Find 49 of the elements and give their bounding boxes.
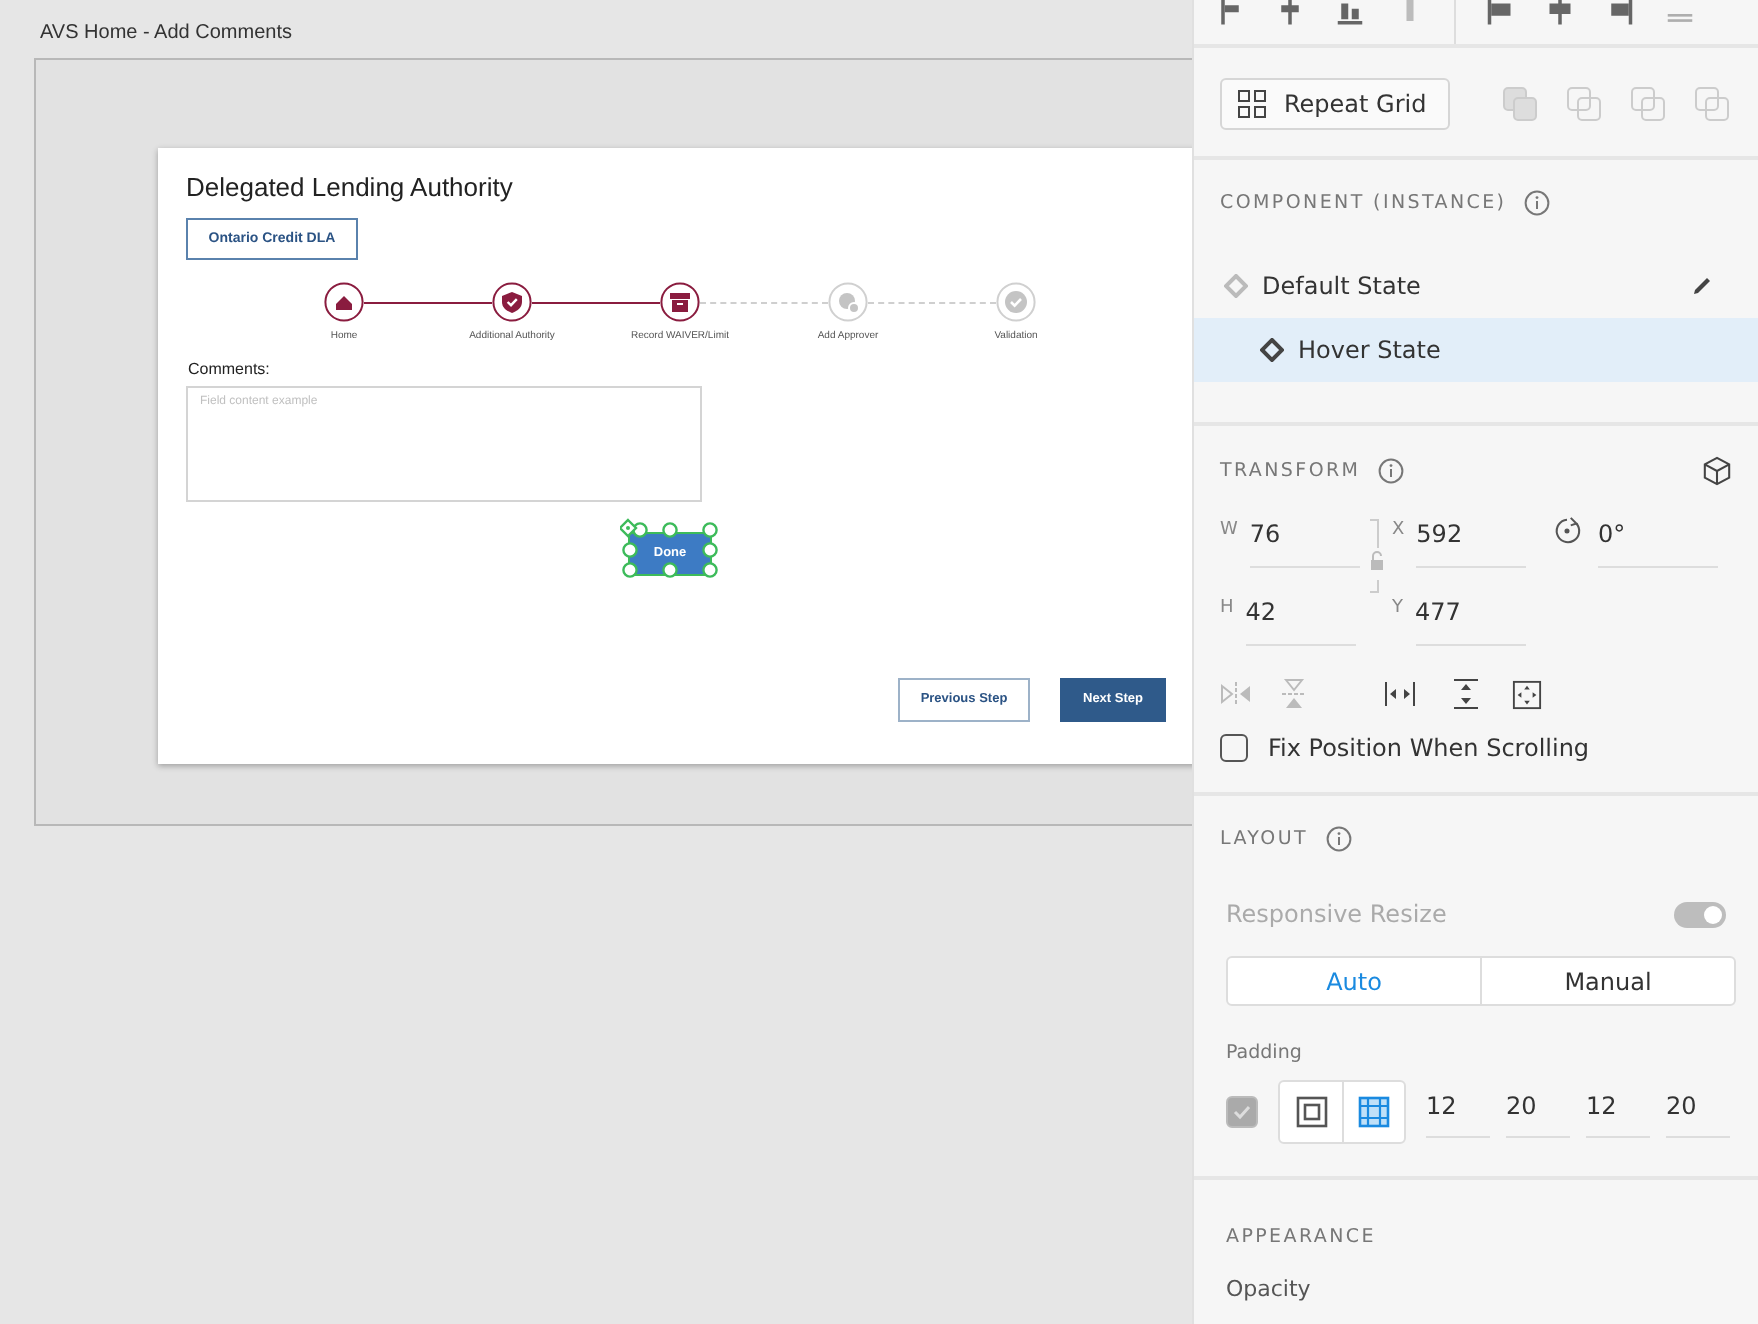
grid-padding-icon xyxy=(1358,1096,1390,1128)
layout-mode-tab[interactable]: Manual xyxy=(1480,958,1734,1004)
info-icon[interactable] xyxy=(1378,458,1405,484)
fix-position-checkbox[interactable] xyxy=(1220,734,1248,762)
padding-label: Padding xyxy=(1224,1040,1304,1064)
rotate-icon[interactable] xyxy=(1552,516,1582,546)
dimension-field[interactable]: 42 xyxy=(1245,594,1356,646)
section-heading: APPEARANCE xyxy=(1226,1226,1376,1248)
field-label: Y xyxy=(1392,598,1403,618)
diamond-icon xyxy=(1260,338,1284,362)
padding-field[interactable]: 12 xyxy=(1586,1087,1650,1137)
distribute-vertical-icon[interactable] xyxy=(1452,678,1480,710)
diamond-icon xyxy=(1224,274,1248,298)
section-heading: TRANSFORM xyxy=(1220,460,1361,482)
cube-icon[interactable] xyxy=(1702,456,1732,486)
section-heading: LAYOUT xyxy=(1220,828,1308,850)
fix-position-label: Fix Position When Scrolling xyxy=(1268,734,1590,762)
layout-mode-tab[interactable]: Auto xyxy=(1228,958,1480,1004)
section-heading: COMPONENT (INSTANCE) xyxy=(1220,192,1507,214)
padding-field[interactable]: 20 xyxy=(1666,1087,1730,1137)
field-label: X xyxy=(1392,520,1405,540)
fit-frame-icon[interactable] xyxy=(1512,679,1542,709)
padding-field[interactable]: 20 xyxy=(1506,1087,1570,1137)
dimension-field[interactable]: 477 xyxy=(1415,594,1525,646)
dimension-field[interactable]: 592 xyxy=(1416,516,1527,568)
field-label: H xyxy=(1220,598,1234,618)
comments-label: Comments: xyxy=(188,360,270,378)
padding-field[interactable]: 12 xyxy=(1426,1087,1490,1137)
opacity-label: Opacity xyxy=(1226,1276,1311,1302)
distribute-horizontal-icon[interactable] xyxy=(1384,680,1416,708)
component-state-item[interactable]: Hover State xyxy=(1194,318,1758,382)
selection-handles-drawing[interactable] xyxy=(620,518,720,582)
align-icon[interactable] xyxy=(1484,0,1516,28)
responsive-resize-label: Responsive Resize xyxy=(1226,900,1447,928)
align-icon[interactable] xyxy=(1334,0,1366,28)
component-state-item[interactable]: Default State xyxy=(1194,254,1758,318)
field-label: W xyxy=(1220,520,1238,540)
grid-icon xyxy=(1238,90,1266,118)
dimension-field[interactable]: 76 xyxy=(1249,516,1360,568)
form-title: Delegated Lending Authority xyxy=(186,172,513,202)
square-padding-icon xyxy=(1295,1096,1327,1128)
rotation-field[interactable]: 0° xyxy=(1598,516,1718,568)
info-icon[interactable] xyxy=(1524,190,1551,216)
pencil-icon[interactable] xyxy=(1690,274,1714,298)
checkmark-icon xyxy=(1232,1102,1252,1122)
repeat-grid-button[interactable]: Repeat Grid xyxy=(1220,78,1451,130)
artboard-title: AVS Home - Add Comments xyxy=(40,22,292,44)
info-icon[interactable] xyxy=(1326,826,1352,852)
align-icon[interactable] xyxy=(1544,0,1576,28)
